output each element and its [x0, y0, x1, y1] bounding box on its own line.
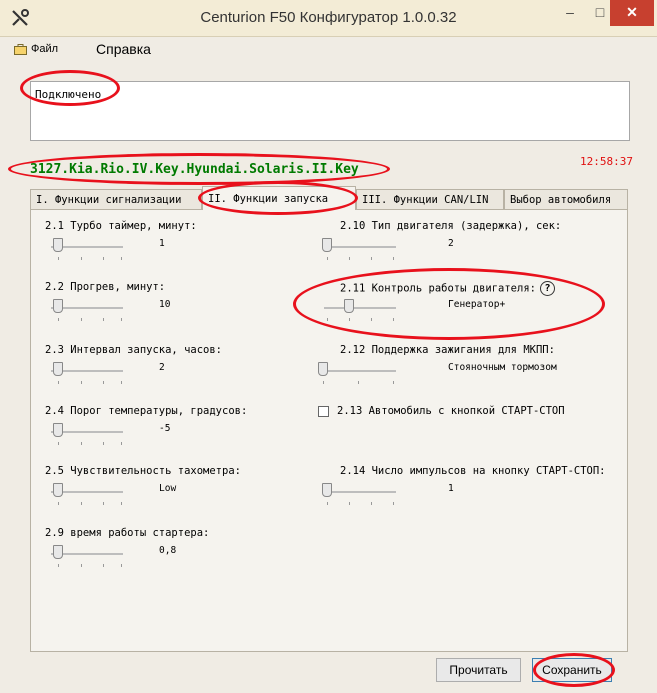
param-label: 2.3 Интервал запуска, часов: [45, 344, 223, 356]
starter-time-slider[interactable] [45, 545, 125, 567]
param-label: 2.1 Турбо таймер, минут: [45, 220, 197, 232]
param-label: 2.9 время работы стартера: [45, 527, 210, 539]
start-stop-pulses-slider[interactable] [318, 483, 398, 505]
tachometer-sensitivity-slider[interactable] [45, 483, 125, 505]
minimize-button[interactable]: – [556, 0, 584, 26]
param-value: 2 [159, 362, 165, 373]
close-button[interactable]: ✕ [610, 0, 654, 26]
param-label: 2.10 Тип двигателя (задержка), сек: [340, 220, 562, 232]
start-interval-slider[interactable] [45, 362, 125, 384]
status-log: Подключено [30, 81, 630, 141]
engine-control-slider[interactable] [318, 299, 398, 321]
param-value: 10 [159, 299, 171, 310]
ignition-support-slider[interactable] [318, 362, 398, 384]
clock: 12:58:37 [580, 155, 633, 168]
temperature-threshold-slider[interactable] [45, 423, 125, 445]
tab-alarm-functions[interactable]: I. Функции сигнализации [30, 189, 202, 209]
tab-car-select[interactable]: Выбор автомобиля [504, 189, 628, 209]
status-text: Подключено [35, 88, 102, 101]
param-value: Генератор+ [448, 299, 506, 310]
menu-file[interactable]: Файл [14, 43, 58, 55]
engine-type-slider[interactable] [318, 238, 398, 260]
menu-file-label: Файл [31, 43, 59, 55]
param-value: 0,8 [159, 545, 177, 556]
read-button[interactable]: Прочитать [436, 658, 521, 682]
param-label: 2.11 Контроль работы двигателя:? [340, 281, 555, 296]
param-label: 2.4 Порог температуры, градусов: [45, 405, 248, 417]
tab-start-functions[interactable]: II. Функции запуска [202, 186, 356, 210]
param-label: 2.12 Поддержка зажигания для МКПП: [340, 344, 555, 356]
param-label: 2.2 Прогрев, минут: [45, 281, 166, 293]
turbo-timer-slider[interactable] [45, 238, 125, 260]
menu-bar: Файл Справка [0, 37, 657, 61]
engine-control-label: 2.11 Контроль работы двигателя: [340, 282, 536, 295]
briefcase-icon [14, 43, 27, 55]
param-value: -5 [159, 423, 171, 434]
warmup-slider[interactable] [45, 299, 125, 321]
start-functions-panel: 2.1 Турбо таймер, минут: 1 2.2 Прогрев, … [30, 209, 628, 652]
param-label[interactable]: 2.13 Автомобиль с кнопкой СТАРТ-СТОП [337, 405, 565, 417]
car-name: 3127.Kia.Rio.IV.Key.Hyundai.Solaris.II.K… [30, 162, 359, 177]
help-icon[interactable]: ? [539, 281, 555, 296]
param-value: 1 [448, 483, 454, 494]
start-stop-checkbox[interactable] [318, 406, 329, 417]
menu-help[interactable]: Справка [96, 41, 151, 57]
param-value: Стояночным тормозом [448, 362, 557, 373]
param-label: 2.5 Чувствительность тахометра: [45, 465, 241, 477]
tab-can-lin-functions[interactable]: III. Функции CAN/LIN [356, 189, 504, 209]
param-value: Low [159, 483, 177, 494]
param-value: 2 [448, 238, 454, 249]
title-bar: Centurion F50 Конфигуратор 1.0.0.32 – □ … [0, 0, 657, 37]
save-button[interactable]: Сохранить [532, 658, 612, 682]
param-label: 2.14 Число импульсов на кнопку СТАРТ-СТО… [340, 465, 606, 477]
param-value: 1 [159, 238, 165, 249]
